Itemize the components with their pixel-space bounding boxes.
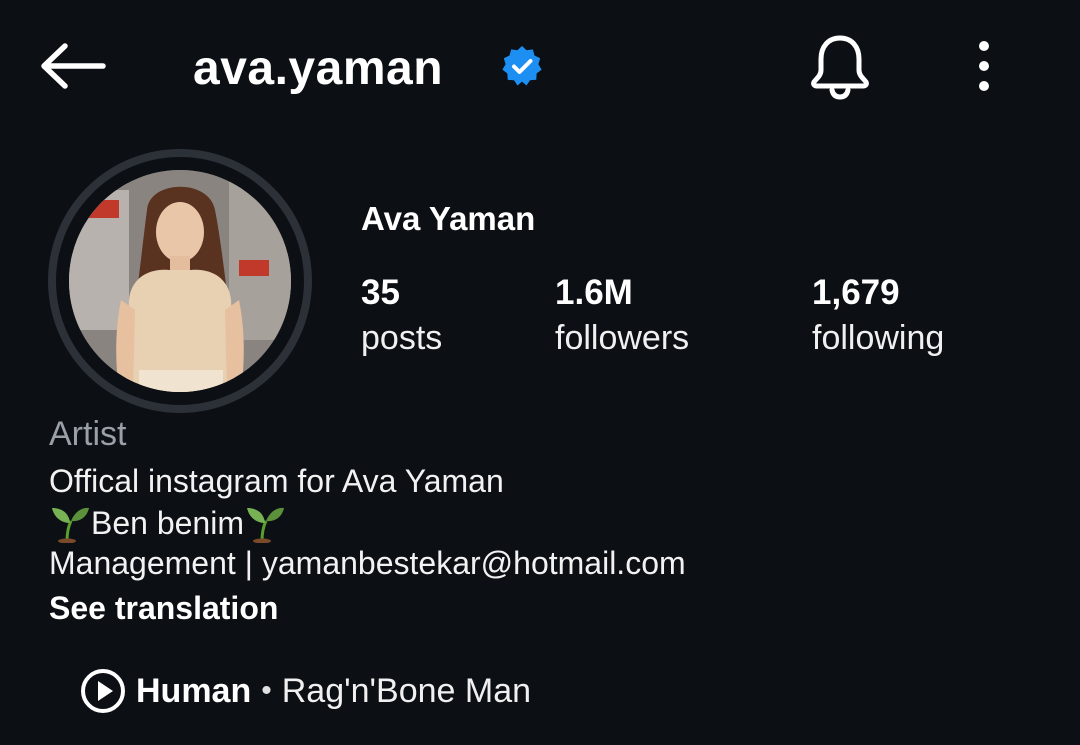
bio-line-1: Offical instagram for Ava Yaman bbox=[49, 463, 504, 499]
bio-line-2-text: Ben benim bbox=[91, 504, 244, 541]
posts-count: 35 bbox=[361, 273, 400, 312]
play-circle-icon bbox=[81, 669, 125, 713]
notifications-button[interactable] bbox=[804, 30, 876, 102]
seedling-icon bbox=[246, 507, 284, 543]
more-vertical-icon bbox=[979, 41, 989, 91]
stat-posts[interactable]: 35 posts bbox=[361, 272, 442, 362]
seedling-icon bbox=[52, 507, 89, 543]
profile-avatar[interactable] bbox=[48, 149, 312, 413]
arrow-left-icon bbox=[41, 43, 106, 89]
song-separator: • bbox=[261, 674, 272, 707]
song-artist: Rag'n'Bone Man bbox=[281, 671, 532, 710]
song-title: Human bbox=[136, 671, 252, 710]
profile-photo bbox=[69, 170, 291, 392]
following-count: 1,679 bbox=[812, 273, 900, 312]
following-label: following bbox=[812, 319, 945, 357]
stat-following[interactable]: 1,679 following bbox=[812, 272, 944, 362]
more-options-button[interactable] bbox=[962, 36, 1006, 96]
bell-icon bbox=[811, 35, 869, 100]
stat-followers[interactable]: 1.6M followers bbox=[555, 272, 689, 362]
back-button[interactable] bbox=[34, 36, 110, 96]
profile-music[interactable]: Human • Rag'n'Bone Man bbox=[80, 666, 531, 716]
profile-page: ava.yaman Ava Yaman 35 posts 1.6M follow… bbox=[0, 0, 1080, 745]
followers-label: followers bbox=[555, 319, 690, 357]
posts-label: posts bbox=[361, 319, 443, 357]
see-translation-link[interactable]: See translation bbox=[49, 590, 278, 627]
followers-count: 1.6M bbox=[555, 273, 633, 312]
bio-line-3: Management | yamanbestekar@hotmail.com bbox=[49, 545, 686, 581]
profile-username: ava.yaman bbox=[193, 41, 444, 95]
profile-category: Artist bbox=[49, 415, 127, 453]
verified-badge-icon bbox=[502, 46, 542, 86]
display-name: Ava Yaman bbox=[361, 200, 536, 237]
bio-line-2: Ben benim bbox=[49, 503, 286, 543]
